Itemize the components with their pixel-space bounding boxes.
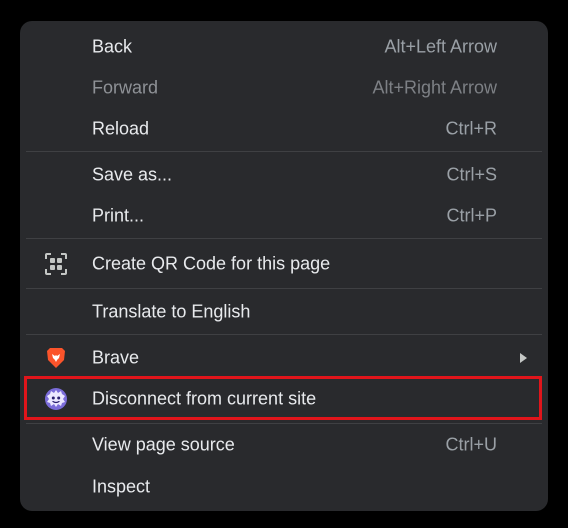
menu-item-label: View page source <box>92 434 235 455</box>
menu-item-shortcut: Ctrl+R <box>445 118 497 139</box>
menu-item-save-as[interactable]: Save as... Ctrl+S <box>20 155 548 195</box>
menu-separator <box>26 288 542 289</box>
menu-item-inspect[interactable]: Inspect <box>20 467 548 507</box>
menu-item-label: Inspect <box>92 476 151 497</box>
menu-separator <box>26 151 542 152</box>
menu-item-print[interactable]: Print... Ctrl+P <box>20 196 548 236</box>
menu-separator <box>26 334 542 335</box>
submenu-arrow-icon <box>520 353 527 363</box>
menu-item-shortcut: Ctrl+P <box>446 205 497 226</box>
menu-item-shortcut: Ctrl+U <box>445 434 497 455</box>
menu-item-reload[interactable]: Reload Ctrl+R <box>20 109 548 149</box>
menu-item-shortcut: Alt+Left Arrow <box>384 36 497 57</box>
brave-lion-icon <box>47 348 65 368</box>
menu-item-label: Back <box>92 36 133 57</box>
qr-code-icon <box>45 253 67 275</box>
menu-item-brave[interactable]: Brave <box>20 338 548 378</box>
menu-separator <box>26 238 542 239</box>
highlight-annotation <box>24 376 542 420</box>
menu-item-shortcut: Alt+Right Arrow <box>372 77 497 98</box>
menu-item-create-qr-code[interactable]: Create QR Code for this page <box>20 244 548 284</box>
menu-item-label: Brave <box>92 347 140 368</box>
menu-item-label: Reload <box>92 118 150 139</box>
menu-separator <box>26 423 542 424</box>
menu-item-view-source[interactable]: View page source Ctrl+U <box>20 425 548 465</box>
menu-item-label: Save as... <box>92 164 173 185</box>
menu-item-label: Forward <box>92 77 159 98</box>
menu-item-forward[interactable]: Forward Alt+Right Arrow <box>20 68 548 108</box>
menu-item-shortcut: Ctrl+S <box>446 164 497 185</box>
menu-item-label: Create QR Code for this page <box>92 253 331 274</box>
menu-item-back[interactable]: Back Alt+Left Arrow <box>20 27 548 67</box>
menu-item-translate[interactable]: Translate to English <box>20 292 548 332</box>
menu-item-label: Print... <box>92 205 145 226</box>
context-menu: Back Alt+Left Arrow Forward Alt+Right Ar… <box>20 21 548 511</box>
menu-item-label: Translate to English <box>92 301 251 322</box>
